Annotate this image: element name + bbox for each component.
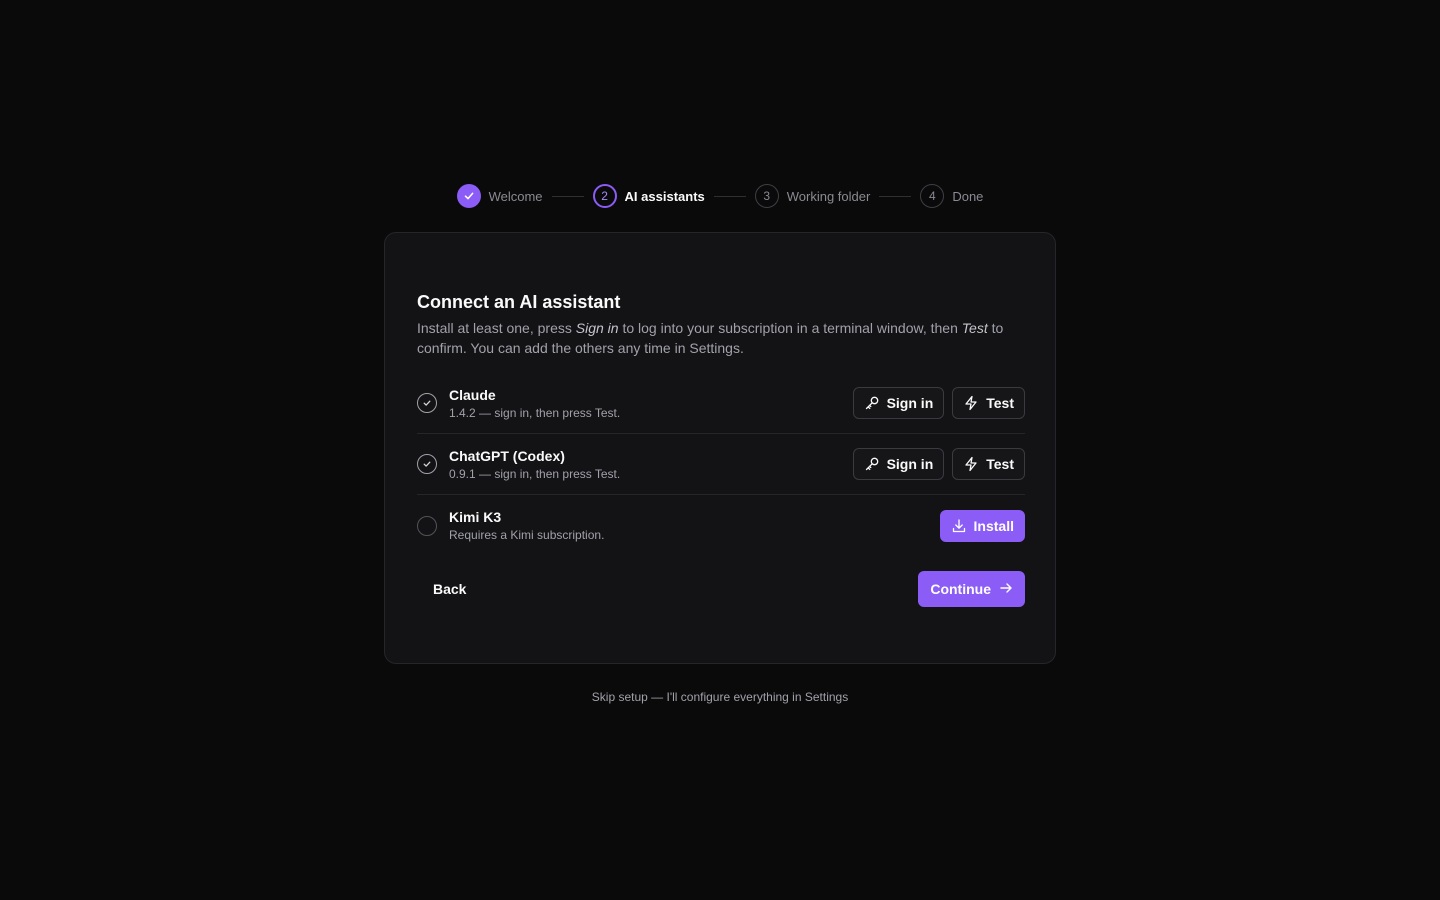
skip-setup-link[interactable]: Skip setup — I'll configure everything i… xyxy=(0,690,1440,704)
step-number: 2 xyxy=(592,184,617,208)
desc-text: Install at least one, press xyxy=(417,320,576,336)
check-icon xyxy=(456,184,481,208)
sign-in-label: Sign in xyxy=(886,395,934,411)
onboarding-page: Welcome 2 AI assistants 3 Working folder… xyxy=(0,0,1440,900)
step-label: Done xyxy=(952,188,984,204)
provider-name: Kimi K3 xyxy=(449,509,502,525)
provider-status-text: Requires a Kimi subscription. xyxy=(449,528,605,542)
empty-circle-icon xyxy=(417,515,437,536)
bolt-icon xyxy=(963,456,979,472)
install-button[interactable]: Install xyxy=(939,509,1025,542)
sign-in-button[interactable]: Sign in xyxy=(852,387,945,419)
download-icon xyxy=(951,518,967,534)
step-number: 3 xyxy=(754,184,779,208)
provider-row-claude: Claude 1.4.2 — sign in, then press Test.… xyxy=(417,373,1025,434)
provider-actions: Install xyxy=(939,509,1025,542)
provider-name: ChatGPT (Codex) xyxy=(449,447,565,464)
check-circle-icon xyxy=(417,393,437,413)
card-footer: Back Continue xyxy=(417,571,1025,607)
desc-emphasis: Sign in xyxy=(575,320,619,336)
test-button[interactable]: Test xyxy=(952,387,1025,419)
key-icon xyxy=(864,456,880,472)
step-label: Welcome xyxy=(488,188,543,204)
back-button[interactable]: Back xyxy=(417,571,482,607)
provider-row-chatgpt: ChatGPT (Codex) 0.9.1 — sign in, then pr… xyxy=(417,434,1025,495)
provider-actions: Sign in Test xyxy=(852,387,1025,419)
step-connector xyxy=(879,195,912,197)
provider-info: Kimi K3 Requires a Kimi subscription. xyxy=(449,508,940,543)
step-label: AI assistants xyxy=(624,188,705,204)
bolt-icon xyxy=(963,395,979,411)
step-done[interactable]: 4 Done xyxy=(920,184,983,208)
step-connector xyxy=(713,195,746,197)
card-title: Connect an AI assistant xyxy=(417,292,621,312)
step-number: 4 xyxy=(920,184,945,208)
check-circle-icon xyxy=(417,454,437,474)
key-icon xyxy=(864,395,880,411)
provider-info: Claude 1.4.2 — sign in, then press Test. xyxy=(449,386,853,421)
provider-info: ChatGPT (Codex) 0.9.1 — sign in, then pr… xyxy=(449,447,853,482)
setup-card: Connect an AI assistant Install at least… xyxy=(384,232,1056,664)
step-working-folder[interactable]: 3 Working folder xyxy=(754,184,871,208)
sign-in-button[interactable]: Sign in xyxy=(852,448,945,480)
step-label: Working folder xyxy=(786,188,871,204)
stepper: Welcome 2 AI assistants 3 Working folder… xyxy=(0,184,1440,208)
test-button[interactable]: Test xyxy=(952,448,1025,480)
provider-list: Claude 1.4.2 — sign in, then press Test.… xyxy=(417,373,1025,556)
test-label: Test xyxy=(986,456,1014,472)
desc-text: to log into your subscription in a termi… xyxy=(618,320,962,336)
sign-in-label: Sign in xyxy=(886,456,934,472)
arrow-right-icon xyxy=(999,581,1013,598)
provider-status-text: 1.4.2 — sign in, then press Test. xyxy=(449,405,621,420)
test-label: Test xyxy=(986,395,1014,411)
provider-status-text: 0.9.1 — sign in, then press Test. xyxy=(449,466,621,481)
install-label: Install xyxy=(973,517,1014,534)
step-ai-assistants[interactable]: 2 AI assistants xyxy=(592,184,705,208)
step-connector xyxy=(551,195,584,197)
card-description: Install at least one, press Sign in to l… xyxy=(417,318,1025,358)
desc-emphasis: Test xyxy=(961,320,988,336)
continue-button[interactable]: Continue xyxy=(918,571,1025,607)
continue-label: Continue xyxy=(930,581,991,597)
provider-name: Claude xyxy=(449,386,496,403)
step-welcome[interactable]: Welcome xyxy=(456,184,543,208)
provider-row-kimi: Kimi K3 Requires a Kimi subscription. In… xyxy=(417,495,1025,556)
provider-actions: Sign in Test xyxy=(852,448,1025,480)
